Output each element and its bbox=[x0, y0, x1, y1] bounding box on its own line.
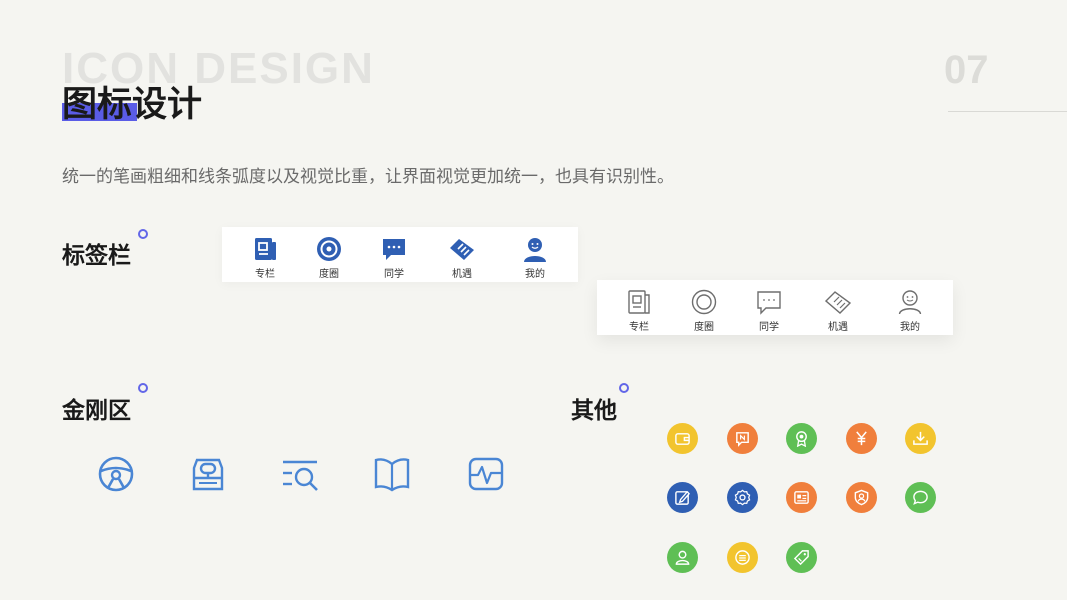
tabbar-grey: 专栏 度圈 同学 机遇 我的 bbox=[597, 280, 953, 335]
tab-label: 度圈 bbox=[319, 269, 339, 280]
page-title: 图标设计 bbox=[62, 85, 203, 125]
circle-icon bbox=[691, 289, 717, 315]
tab-circle[interactable]: 度圈 bbox=[304, 227, 354, 282]
other-edit[interactable] bbox=[667, 482, 698, 513]
message-icon bbox=[913, 490, 928, 505]
column-icon bbox=[628, 290, 650, 314]
pulse-monitor-icon bbox=[468, 457, 504, 491]
tab-label: 我的 bbox=[525, 269, 545, 280]
kingkong-item-book[interactable] bbox=[372, 454, 412, 494]
download-icon bbox=[913, 431, 928, 445]
other-coin[interactable] bbox=[727, 542, 758, 573]
other-tag[interactable] bbox=[786, 542, 817, 573]
kingkong-item-search-list[interactable] bbox=[280, 454, 320, 494]
other-person[interactable] bbox=[667, 542, 698, 573]
tab-column[interactable]: 专栏 bbox=[614, 280, 664, 335]
tab-label: 同学 bbox=[759, 322, 779, 333]
tab-label: 度圈 bbox=[694, 322, 714, 333]
section-dot bbox=[138, 383, 148, 393]
tab-label: 机遇 bbox=[452, 269, 472, 280]
other-download[interactable] bbox=[905, 423, 936, 454]
search-list-icon bbox=[283, 460, 318, 491]
tab-label: 机遇 bbox=[828, 322, 848, 333]
tab-circle[interactable]: 度圈 bbox=[679, 280, 729, 335]
page-subtitle: 统一的笔画粗细和线条弧度以及视觉比重，让界面视觉更加统一，也具有识别性。 bbox=[62, 167, 674, 187]
tab-label: 专栏 bbox=[629, 322, 649, 333]
section-label-kingkong: 金刚区 bbox=[62, 398, 131, 424]
chat-icon bbox=[757, 291, 781, 315]
yuan-icon bbox=[856, 431, 867, 446]
coin-icon bbox=[735, 550, 750, 565]
handshake-icon bbox=[450, 239, 474, 260]
page-number: 07 bbox=[944, 48, 989, 92]
handshake-icon bbox=[825, 291, 851, 314]
other-message[interactable] bbox=[905, 482, 936, 513]
other-settings[interactable] bbox=[727, 482, 758, 513]
other-badge[interactable] bbox=[786, 423, 817, 454]
circle-icon bbox=[317, 237, 341, 261]
edit-icon bbox=[675, 490, 691, 505]
user-icon bbox=[898, 290, 922, 315]
person-icon bbox=[675, 550, 690, 565]
tabbar-blue: 专栏 度圈 同学 机遇 我的 bbox=[222, 227, 578, 282]
section-dot bbox=[619, 383, 629, 393]
tab-opportunity[interactable]: 机遇 bbox=[437, 227, 487, 282]
tab-column[interactable]: 专栏 bbox=[240, 227, 290, 282]
user-icon bbox=[524, 238, 546, 262]
badge-icon bbox=[796, 431, 807, 447]
page-divider bbox=[948, 111, 1067, 112]
tab-label: 同学 bbox=[384, 269, 404, 280]
tab-opportunity[interactable]: 机遇 bbox=[813, 280, 863, 335]
other-wallet[interactable] bbox=[667, 423, 698, 454]
section-label-other: 其他 bbox=[571, 398, 617, 424]
kingkong-item-inbox[interactable] bbox=[188, 454, 228, 494]
wallet-icon bbox=[675, 433, 690, 445]
tab-classmates[interactable]: 同学 bbox=[744, 280, 794, 335]
tab-label: 专栏 bbox=[255, 269, 275, 280]
kingkong-item-pulse[interactable] bbox=[466, 454, 506, 494]
settings-icon bbox=[734, 489, 751, 506]
tab-classmates[interactable]: 同学 bbox=[369, 227, 419, 282]
tab-label: 我的 bbox=[900, 322, 920, 333]
other-notice[interactable] bbox=[727, 423, 758, 454]
other-id-card[interactable] bbox=[786, 482, 817, 513]
shield-user-icon bbox=[854, 489, 869, 506]
book-icon bbox=[374, 458, 410, 492]
section-label-tabbar: 标签栏 bbox=[62, 243, 131, 269]
section-dot bbox=[138, 229, 148, 239]
other-shield-user[interactable] bbox=[846, 482, 877, 513]
inbox-icon bbox=[192, 458, 224, 491]
chat-icon bbox=[383, 239, 405, 260]
tab-mine[interactable]: 我的 bbox=[510, 227, 560, 282]
tag-icon bbox=[793, 550, 809, 566]
tab-mine[interactable]: 我的 bbox=[885, 280, 935, 335]
id-card-icon bbox=[794, 491, 809, 504]
notice-icon bbox=[736, 432, 749, 447]
steering-wheel-icon bbox=[98, 456, 134, 492]
other-yuan[interactable] bbox=[846, 423, 877, 454]
kingkong-item-steering[interactable] bbox=[96, 454, 136, 494]
column-icon bbox=[255, 238, 276, 260]
